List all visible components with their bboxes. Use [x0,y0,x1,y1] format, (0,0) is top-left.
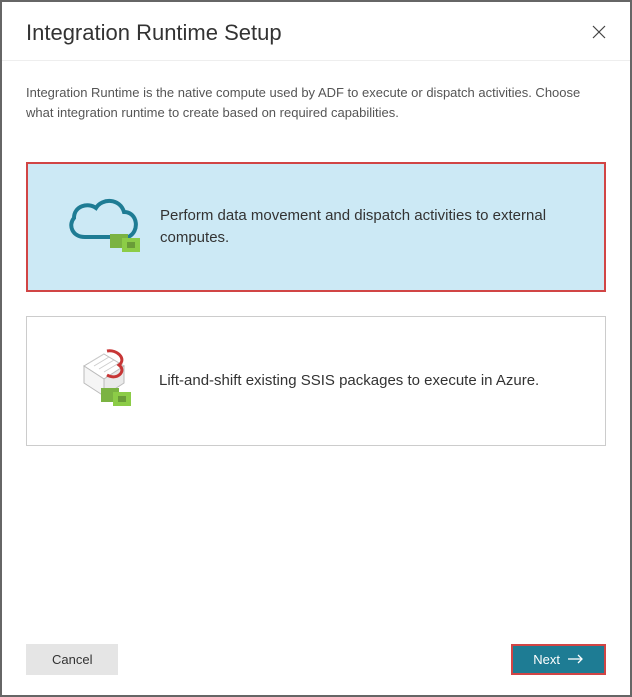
ssis-package-icon [49,346,159,416]
option-data-movement[interactable]: Perform data movement and dispatch activ… [26,162,606,292]
close-button[interactable] [592,24,606,42]
option-text: Lift-and-shift existing SSIS packages to… [159,370,549,393]
arrow-right-icon [568,652,584,667]
cloud-dispatch-icon [50,192,160,262]
dialog-title: Integration Runtime Setup [26,20,282,46]
dialog-description: Integration Runtime is the native comput… [26,83,606,122]
dialog-footer: Cancel Next [26,644,606,675]
next-button[interactable]: Next [511,644,606,675]
close-icon [592,23,606,43]
option-text: Perform data movement and dispatch activ… [160,205,582,250]
next-button-label: Next [533,652,560,667]
dialog-header: Integration Runtime Setup [2,2,630,61]
dialog-content: Integration Runtime is the native comput… [2,61,630,492]
option-ssis[interactable]: Lift-and-shift existing SSIS packages to… [26,316,606,446]
cancel-button[interactable]: Cancel [26,644,118,675]
